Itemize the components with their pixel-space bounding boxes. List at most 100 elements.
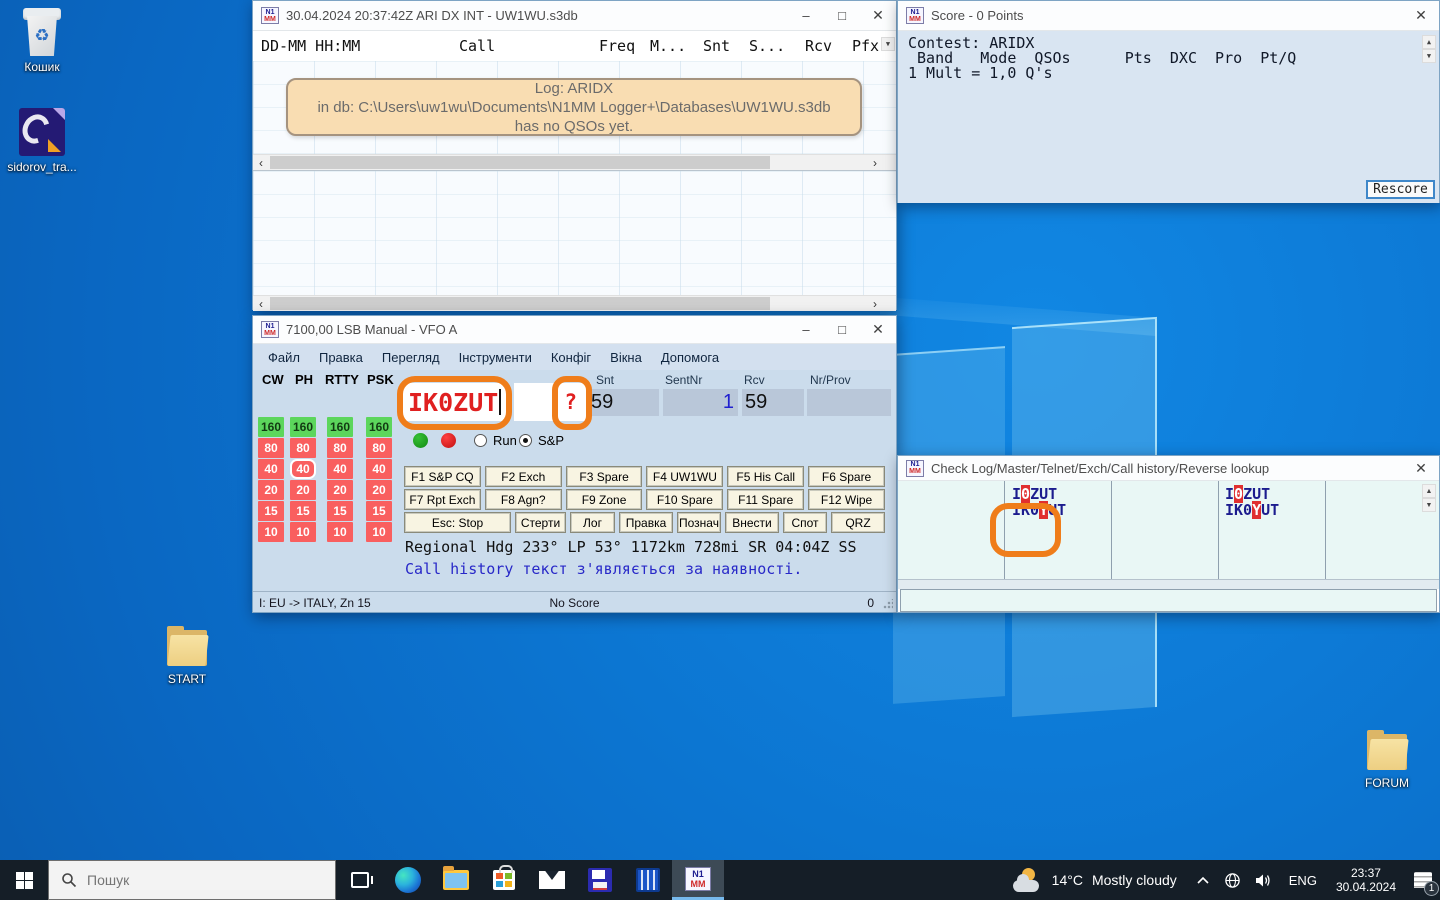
f5-button[interactable]: F5 His Call xyxy=(727,466,804,487)
f10-button[interactable]: F10 Spare xyxy=(646,489,723,510)
rcv-field[interactable]: 59 xyxy=(742,389,804,416)
band-button-cw-20[interactable]: 20 xyxy=(258,480,284,500)
wipe-button[interactable]: Стерти xyxy=(515,512,566,533)
band-button-rtty-10[interactable]: 10 xyxy=(327,522,353,542)
f11-button[interactable]: F11 Spare xyxy=(727,489,804,510)
n1mm-taskbar-button-active[interactable]: N1MM xyxy=(672,860,724,900)
close-icon[interactable]: ✕ xyxy=(1403,456,1439,480)
band-button-psk-20[interactable]: 20 xyxy=(366,480,392,500)
entry-window-titlebar[interactable]: N1MM 7100,00 LSB Manual - VFO A – □ ✕ xyxy=(253,316,896,344)
menu-file[interactable]: Файл xyxy=(268,350,300,365)
close-icon[interactable]: ✕ xyxy=(1403,1,1439,30)
search-input[interactable] xyxy=(87,872,287,888)
scroll-right-icon[interactable]: › xyxy=(867,155,883,170)
task-view-button[interactable] xyxy=(336,860,384,900)
band-button-rtty-160[interactable]: 160 xyxy=(327,417,353,437)
menu-view[interactable]: Перегляд xyxy=(382,350,440,365)
band-button-cw-10[interactable]: 10 xyxy=(258,522,284,542)
band-button-ph-10[interactable]: 10 xyxy=(290,522,316,542)
start-button[interactable] xyxy=(0,860,48,900)
band-button-psk-10[interactable]: 10 xyxy=(366,522,392,542)
score-window-titlebar[interactable]: N1MM Score - 0 Points ✕ xyxy=(898,1,1439,31)
store-button[interactable] xyxy=(480,860,528,900)
band-button-ph-80[interactable]: 80 xyxy=(290,438,316,458)
f8-button[interactable]: F8 Agn? xyxy=(485,489,562,510)
notification-center-button[interactable]: 1 xyxy=(1406,860,1440,900)
menu-windows[interactable]: Вікна xyxy=(610,350,642,365)
desktop-icon-sidorov-file[interactable]: sidorov_tra... xyxy=(4,108,80,174)
close-icon[interactable]: ✕ xyxy=(860,316,896,343)
check-window-titlebar[interactable]: N1MM Check Log/Master/Telnet/Exch/Call h… xyxy=(898,456,1439,481)
scrollbar-thumb[interactable] xyxy=(270,156,770,169)
scroll-down-icon[interactable]: ▼ xyxy=(1422,49,1436,63)
floppy-app-button[interactable] xyxy=(576,860,624,900)
minimize-icon[interactable]: – xyxy=(788,316,824,343)
snt-field[interactable]: 59 xyxy=(586,389,659,416)
band-button-ph-15[interactable]: 15 xyxy=(290,501,316,521)
f2-button[interactable]: F2 Exch xyxy=(485,466,562,487)
f1-button[interactable]: F1 S&P CQ xyxy=(404,466,481,487)
menu-edit[interactable]: Правка xyxy=(319,350,363,365)
weather-widget[interactable]: 14°C Mostly cloudy xyxy=(1001,868,1189,892)
band-button-cw-40[interactable]: 40 xyxy=(258,459,284,479)
f7-button[interactable]: F7 Rpt Exch xyxy=(404,489,481,510)
f4-button[interactable]: F4 UW1WU xyxy=(646,466,723,487)
suggested-call[interactable]: I0ZUT xyxy=(1225,486,1279,502)
log-button[interactable]: Лог xyxy=(570,512,615,533)
f6-button[interactable]: F6 Spare xyxy=(808,466,885,487)
band-button-ph-40-selected[interactable]: 40 xyxy=(290,459,316,479)
scroll-down-icon[interactable]: ▼ xyxy=(881,37,895,51)
scroll-up-icon[interactable]: ▲ xyxy=(1422,35,1436,49)
esc-stop-button[interactable]: Esc: Stop xyxy=(404,512,511,533)
maximize-icon[interactable]: □ xyxy=(824,316,860,343)
edit-button[interactable]: Правка xyxy=(619,512,673,533)
tray-network-button[interactable] xyxy=(1217,872,1248,889)
band-button-cw-160[interactable]: 160 xyxy=(258,417,284,437)
suggested-call[interactable]: I0ZUT xyxy=(1012,486,1066,502)
band-button-psk-160[interactable]: 160 xyxy=(366,417,392,437)
rescore-button[interactable]: Rescore xyxy=(1366,180,1435,199)
scroll-left-icon[interactable]: ‹ xyxy=(253,155,269,170)
spot-button[interactable]: Спот xyxy=(783,512,827,533)
log-window-titlebar[interactable]: N1MM 30.04.2024 20:37:42Z ARI DX INT - U… xyxy=(253,1,896,31)
minimize-icon[interactable]: – xyxy=(788,1,824,30)
exchange-input[interactable]: ? xyxy=(514,383,591,421)
sp-radio-selected[interactable] xyxy=(519,434,532,447)
check-splitter[interactable] xyxy=(898,579,1439,589)
logbook-app-button[interactable] xyxy=(624,860,672,900)
taskbar-clock[interactable]: 23:37 30.04.2024 xyxy=(1326,866,1406,894)
band-button-rtty-20[interactable]: 20 xyxy=(327,480,353,500)
suggested-call[interactable]: IK0YUT xyxy=(1225,502,1279,518)
mail-button[interactable] xyxy=(528,860,576,900)
menu-tools[interactable]: Інструменти xyxy=(459,350,532,365)
menu-help[interactable]: Допомога xyxy=(661,350,719,365)
band-button-cw-80[interactable]: 80 xyxy=(258,438,284,458)
file-explorer-button[interactable] xyxy=(432,860,480,900)
taskbar-search[interactable] xyxy=(48,860,336,900)
band-button-psk-80[interactable]: 80 xyxy=(366,438,392,458)
band-button-ph-160[interactable]: 160 xyxy=(290,417,316,437)
scroll-down-icon[interactable]: ▼ xyxy=(1422,498,1436,512)
desktop-icon-recycle-bin[interactable]: ♻ Кошик xyxy=(4,8,80,74)
scroll-right-icon[interactable]: › xyxy=(867,296,883,311)
scroll-left-icon[interactable]: ‹ xyxy=(253,296,269,311)
menu-config[interactable]: Конфіг xyxy=(551,350,591,365)
suggested-call[interactable]: IK0YUT xyxy=(1012,502,1066,518)
band-button-psk-15[interactable]: 15 xyxy=(366,501,392,521)
band-button-psk-40[interactable]: 40 xyxy=(366,459,392,479)
close-icon[interactable]: ✕ xyxy=(860,1,896,30)
band-button-rtty-80[interactable]: 80 xyxy=(327,438,353,458)
edge-browser-button[interactable] xyxy=(384,860,432,900)
f9-button[interactable]: F9 Zone xyxy=(566,489,643,510)
tray-volume-button[interactable] xyxy=(1248,873,1280,888)
scroll-up-icon[interactable]: ▲ xyxy=(1422,484,1436,498)
band-button-rtty-15[interactable]: 15 xyxy=(327,501,353,521)
f12-button[interactable]: F12 Wipe xyxy=(808,489,885,510)
band-button-cw-15[interactable]: 15 xyxy=(258,501,284,521)
horizontal-scrollbar[interactable]: ‹ › xyxy=(253,154,896,170)
horizontal-scrollbar[interactable]: ‹ › xyxy=(253,295,896,311)
scrollbar-thumb[interactable] xyxy=(270,297,770,310)
tray-chevron-button[interactable] xyxy=(1189,876,1217,885)
qrz-button[interactable]: QRZ xyxy=(831,512,885,533)
run-radio[interactable] xyxy=(474,434,487,447)
